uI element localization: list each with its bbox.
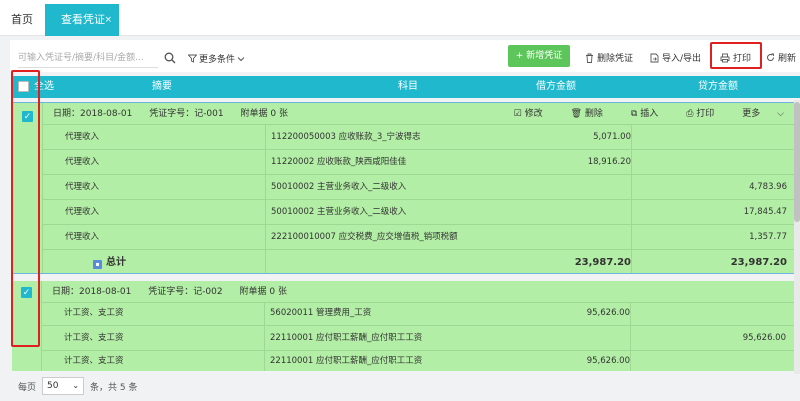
voucher-header: 日期：2018-08-01 凭证字号：记-002 附单据 0 张 — [42, 281, 795, 303]
voucher-number: 凭证字号：记-001 — [149, 109, 224, 119]
pager: 每页 50 ⌄ 条，共 5 条 — [18, 377, 137, 395]
total-credit: 23,987.20 — [730, 257, 787, 268]
total-row: ▪ 总计 23,987.20 23,987.20 — [43, 250, 794, 275]
more-conditions-button[interactable]: 更多条件 — [188, 52, 245, 65]
cell-credit: 17,845.47 — [743, 207, 787, 217]
cell-credit — [43, 150, 787, 175]
more-button[interactable]: 更多 ⌵ — [742, 103, 784, 125]
cell-credit: 4,783.96 — [749, 182, 787, 192]
table-row[interactable]: 代理收入 11220002 应收账款_陕西咸阳佳佳 18,916.20 — [43, 150, 794, 175]
table-row[interactable]: 代理收入 50010002 主营业务收入_二级收入 17,845.47 — [43, 200, 794, 225]
per-page-select[interactable]: 50 ⌄ — [42, 377, 85, 395]
voucher-header: 日期：2018-08-01 凭证字号：记-001 附单据 0 张 ☑ 修改 🗑 … — [43, 103, 794, 125]
voucher-attachments: 附单据 0 张 — [240, 109, 288, 119]
voucher-print-label: 打印 — [696, 109, 715, 119]
refresh-icon — [767, 53, 774, 61]
cell-credit — [43, 125, 787, 150]
toolbar: 更多条件 + 新增凭证 删除凭证 导入/导出 打印 刷新 — [10, 40, 800, 72]
print-label: 打印 — [733, 54, 752, 64]
voucher-number: 凭证字号：记-002 — [148, 287, 223, 297]
voucher-date: 日期：2018-08-01 — [52, 287, 132, 297]
insert-button[interactable]: ⧉ 插入 — [631, 103, 672, 125]
header-account: 科目 — [398, 81, 418, 92]
print-button[interactable]: 打印 — [720, 51, 751, 64]
more-conditions-label: 更多条件 — [199, 55, 236, 65]
delete-voucher-label: 删除凭证 — [597, 54, 634, 64]
voucher-attachments: 附单据 0 张 — [239, 287, 287, 297]
insert-label: 插入 — [640, 109, 659, 119]
delete-label: 删除 — [584, 109, 603, 119]
import-export-button[interactable]: 导入/导出 — [650, 51, 701, 64]
cell-credit: 95,626.00 — [742, 333, 786, 343]
scrollbar-thumb[interactable] — [794, 102, 800, 222]
table-row[interactable]: 代理收入 112200050003 应收账款_3_宁波得志 5,071.00 — [43, 125, 794, 150]
voucher-date: 日期：2018-08-01 — [53, 109, 133, 119]
refresh-label: 刷新 — [778, 54, 797, 64]
per-page-value: 50 — [47, 381, 59, 391]
tab-label: 查看凭证 — [61, 13, 105, 26]
header-credit: 贷方金额 — [698, 81, 738, 92]
table-row[interactable]: 代理收入 50010002 主营业务收入_二级收入 4,783.96 — [43, 175, 794, 200]
table-row[interactable]: 计工资、支工资 56020011 管理费用_工资 95,626.00 — [42, 301, 795, 326]
tab-view-vouchers[interactable]: 查看凭证 × — [45, 4, 119, 36]
refresh-button[interactable]: 刷新 — [766, 51, 796, 64]
tab-home[interactable]: 首页 — [0, 4, 44, 36]
table-header: 全选 摘要 科目 借方金额 贷方金额 — [12, 76, 800, 98]
chevron-down-icon: ⌄ — [72, 381, 80, 390]
tab-bar: 首页 查看凭证 × — [0, 0, 800, 36]
printer-icon — [720, 53, 730, 62]
voucher-block: ✓ 日期：2018-08-01 凭证字号：记-002 附单据 0 张 计工资、支… — [12, 281, 795, 371]
cell-credit: 1,357.77 — [749, 232, 787, 242]
search-input[interactable] — [18, 50, 158, 66]
close-icon[interactable]: × — [104, 4, 112, 36]
search-icon[interactable] — [164, 52, 176, 64]
table-row[interactable]: 计工资、支工资 22110001 应付职工薪酬_应付职工工资 95,626.00 — [42, 326, 795, 351]
import-export-label: 导入/导出 — [662, 54, 702, 64]
more-label: 更多 — [742, 109, 761, 119]
delete-voucher-button[interactable]: 删除凭证 — [585, 51, 633, 64]
edit-button[interactable]: ☑ 修改 — [514, 103, 557, 125]
filter-icon — [188, 54, 197, 63]
voucher-print-button[interactable]: ⎙ 打印 — [686, 103, 728, 125]
add-voucher-button[interactable]: + 新增凭证 — [508, 45, 570, 67]
voucher-block: ✓ 日期：2018-08-01 凭证字号：记-001 附单据 0 张 ☑ 修改 … — [12, 102, 795, 274]
import-export-icon — [650, 53, 659, 62]
header-summary: 摘要 — [152, 81, 172, 92]
trash-icon — [586, 53, 593, 63]
delete-button[interactable]: 🗑 删除 — [571, 103, 617, 125]
cell-credit — [42, 301, 786, 326]
chevron-down-icon — [237, 56, 245, 61]
checkbox-column-highlight — [11, 70, 40, 347]
header-debit: 借方金额 — [536, 81, 576, 92]
per-page-label: 每页 — [18, 382, 37, 393]
edit-label: 修改 — [524, 109, 543, 119]
search-underline — [18, 67, 158, 68]
table-row[interactable]: 计工资、支工资 22110001 应付职工薪酬_应付职工工资 95,626.00 — [42, 351, 795, 371]
record-count: 条，共 5 条 — [90, 382, 138, 393]
cell-credit — [42, 351, 786, 371]
table-row[interactable]: 代理收入 222100010007 应交税费_应交增值税_销项税额 1,357.… — [43, 225, 794, 250]
